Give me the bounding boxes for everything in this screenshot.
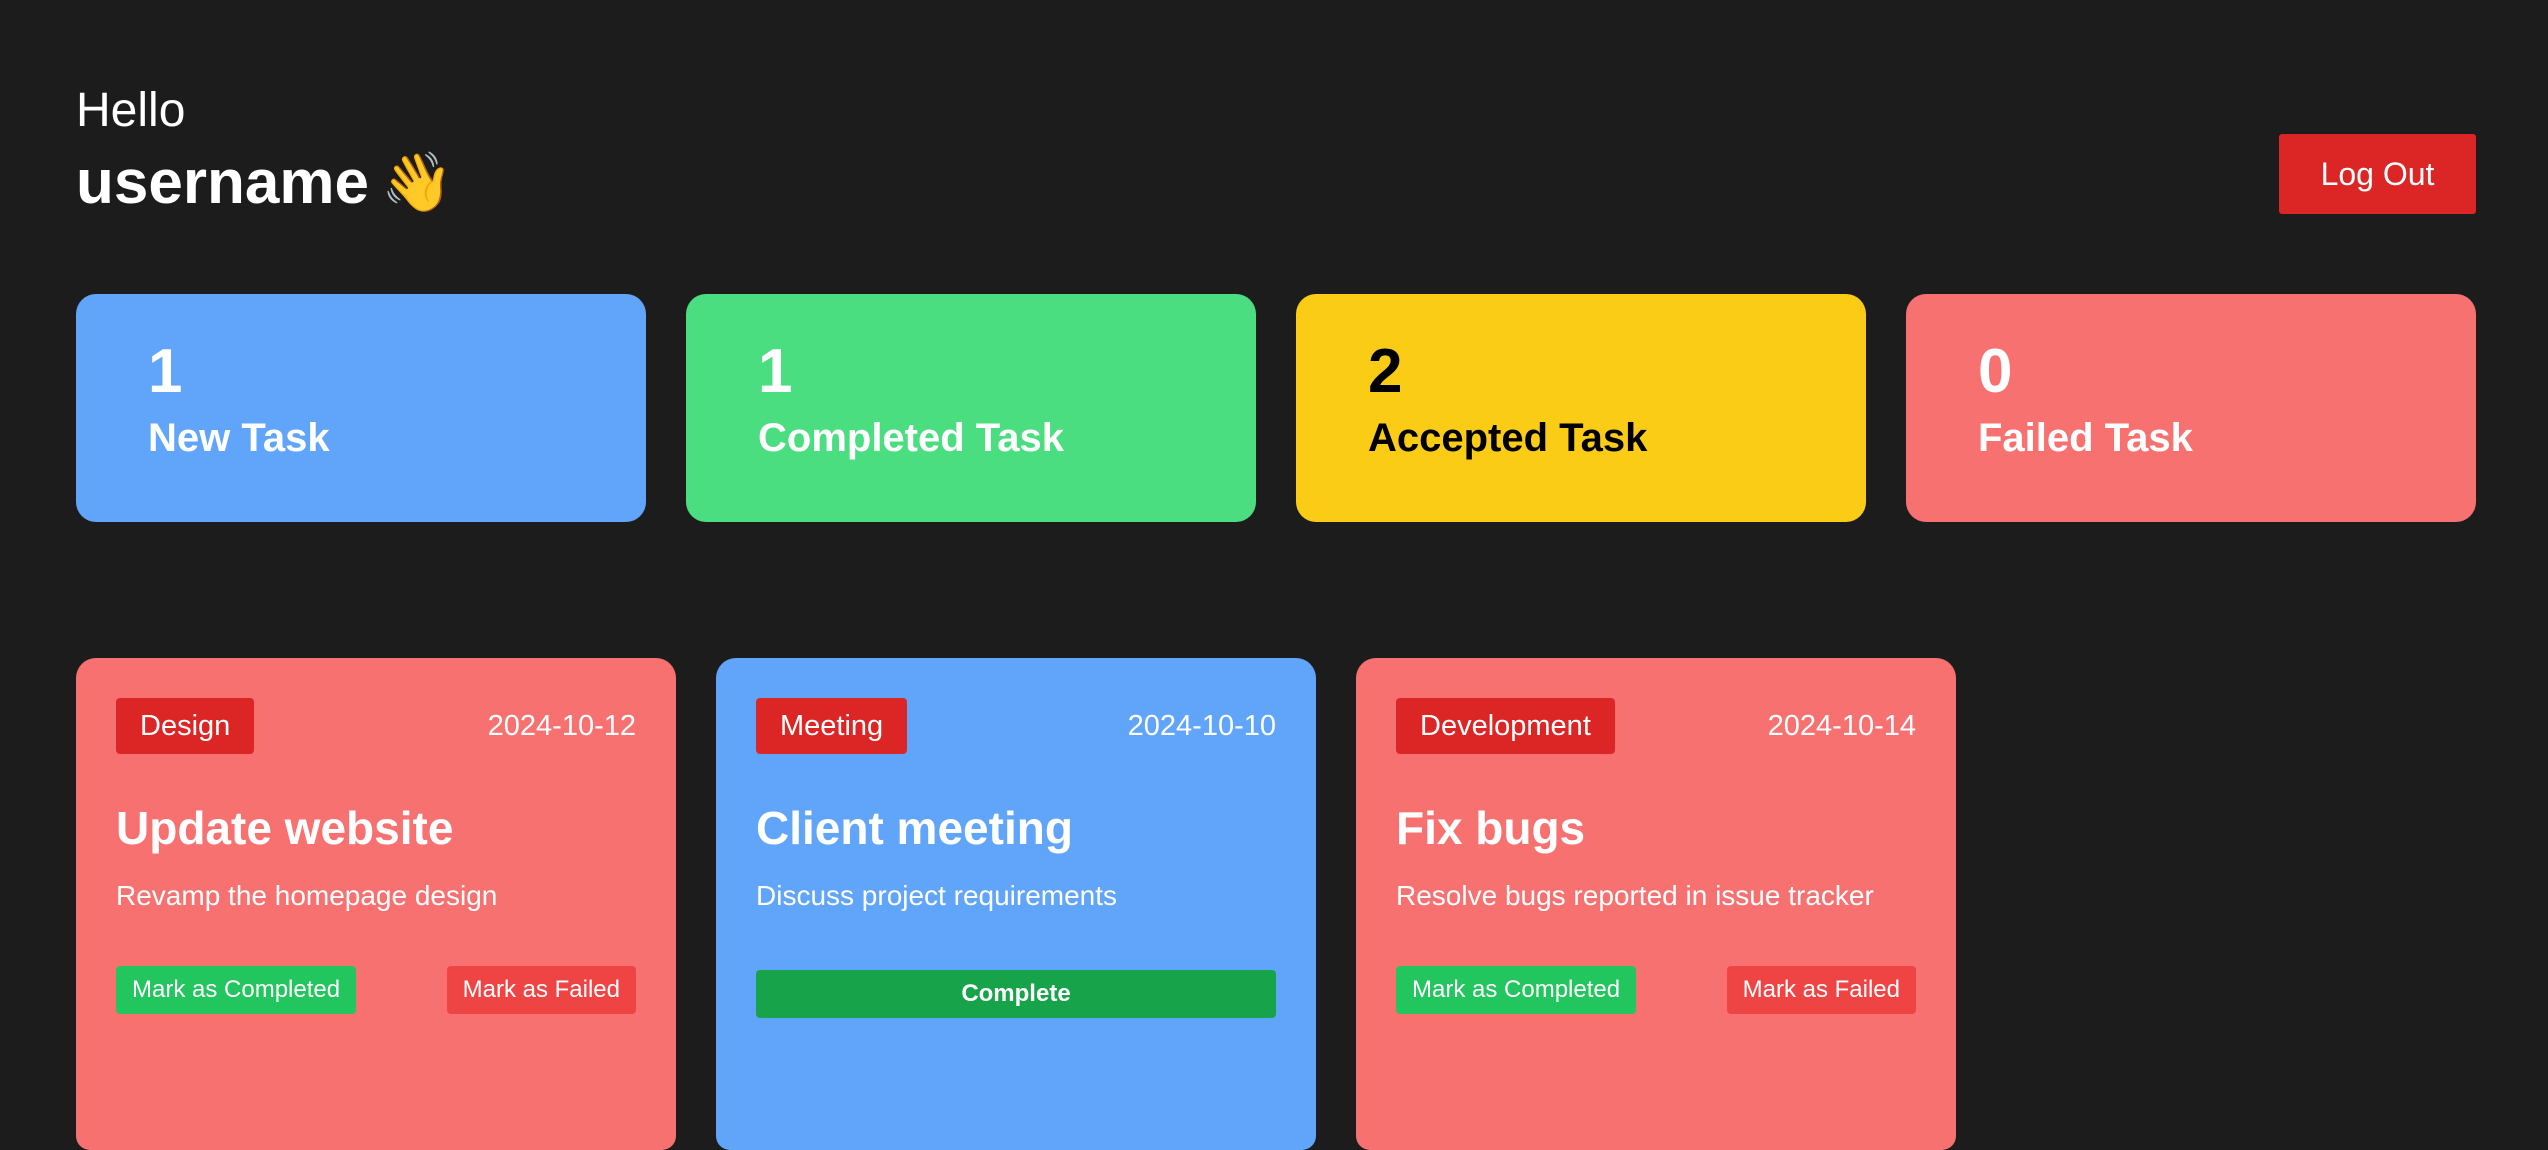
task-actions: Mark as Completed Mark as Failed — [1396, 966, 1916, 1014]
waving-hand-icon: 👋 — [380, 150, 454, 215]
task-title: Update website — [116, 802, 454, 854]
category-badge: Meeting — [756, 698, 908, 754]
task-date: 2024-10-14 — [1767, 709, 1916, 742]
task-card: Design 2024-10-12 Update website Revamp … — [76, 658, 676, 1150]
task-stats: 1 New Task 1 Completed Task 2 Accepted T… — [76, 294, 2476, 522]
task-description: Revamp the homepage design — [116, 880, 498, 911]
task-date: 2024-10-12 — [487, 709, 636, 742]
stat-count: 1 — [148, 337, 183, 406]
stat-card-accepted: 2 Accepted Task — [1296, 294, 1866, 522]
task-title: Fix bugs — [1396, 802, 1586, 854]
stat-card-failed: 0 Failed Task — [1906, 294, 2476, 522]
greeting-text: Hello — [76, 84, 186, 137]
stat-count: 1 — [758, 337, 793, 406]
complete-status-button[interactable]: Complete — [756, 970, 1276, 1018]
mark-failed-button[interactable]: Mark as Failed — [446, 966, 636, 1014]
task-list: Design 2024-10-12 Update website Revamp … — [76, 658, 1956, 1150]
stat-count: 2 — [1368, 337, 1403, 406]
task-card: Development 2024-10-14 Fix bugs Resolve … — [1356, 658, 1956, 1150]
dashboard-page: Hello username 👋 Log Out 1 New Task 1 Co… — [0, 0, 2548, 1150]
stat-count: 0 — [1978, 337, 2013, 406]
task-card-header: Development 2024-10-14 — [1396, 698, 1916, 754]
mark-failed-button[interactable]: Mark as Failed — [1726, 966, 1916, 1014]
logout-button[interactable]: Log Out — [2279, 134, 2476, 214]
category-badge: Development — [1396, 698, 1615, 754]
task-description: Resolve bugs reported in issue tracker — [1396, 880, 1874, 911]
task-title: Client meeting — [756, 802, 1073, 854]
task-card-header: Meeting 2024-10-10 — [756, 698, 1276, 754]
username-row: username 👋 — [76, 144, 453, 222]
category-badge: Design — [116, 698, 255, 754]
stat-label: Completed Task — [758, 416, 1064, 460]
username-text: username — [76, 148, 369, 217]
task-date: 2024-10-10 — [1127, 709, 1276, 742]
stat-card-new: 1 New Task — [76, 294, 646, 522]
stat-card-completed: 1 Completed Task — [686, 294, 1256, 522]
stat-label: New Task — [148, 416, 330, 460]
mark-completed-button[interactable]: Mark as Completed — [1396, 966, 1637, 1014]
greeting-header: Hello username 👋 — [76, 80, 453, 222]
task-description: Discuss project requirements — [756, 880, 1118, 911]
task-card-header: Design 2024-10-12 — [116, 698, 636, 754]
stat-label: Failed Task — [1978, 416, 2193, 460]
task-actions: Mark as Completed Mark as Failed — [116, 966, 636, 1014]
stat-label: Accepted Task — [1368, 416, 1648, 460]
mark-completed-button[interactable]: Mark as Completed — [116, 966, 357, 1014]
task-card: Meeting 2024-10-10 Client meeting Discus… — [716, 658, 1316, 1150]
